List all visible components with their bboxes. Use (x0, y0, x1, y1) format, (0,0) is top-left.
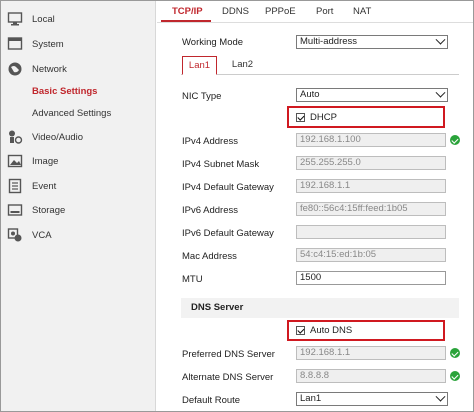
default-route-value: Lan1 (300, 393, 322, 404)
event-icon (8, 178, 22, 194)
default-route-select[interactable]: Lan1 (296, 391, 448, 406)
ipv4-default-gateway-label: IPv4 Default Gateway (182, 182, 274, 193)
lan-tab-bar: Lan1 Lan2 (181, 56, 459, 75)
tab-ddns[interactable]: DDNS (222, 6, 249, 17)
dhcp-checkbox[interactable] (296, 113, 305, 122)
mtu-field[interactable]: 1500 (296, 271, 446, 285)
sidebar-subitem-advanced-settings[interactable]: Advanced Settings (1, 104, 156, 124)
mac-address-label: Mac Address (182, 251, 237, 262)
image-icon (7, 154, 23, 168)
auto-dns-checkbox[interactable] (296, 326, 305, 335)
sidebar-subitem-label: Basic Settings (32, 86, 98, 97)
sidebar-item-label: Image (32, 155, 59, 167)
ipv4-default-gateway-field[interactable]: 192.168.1.1 (296, 179, 446, 193)
sidebar-item-system[interactable]: System (1, 33, 156, 55)
vca-icon (7, 228, 22, 242)
sidebar-item-label: System (32, 38, 64, 50)
ipv6-address-label: IPv6 Address (182, 205, 238, 216)
sidebar-item-label: Local (32, 13, 55, 25)
chevron-down-icon (435, 87, 446, 98)
tab-pppoe[interactable]: PPPoE (265, 6, 296, 17)
ipv6-address-field[interactable]: fe80::56c4:15ff:feed:1b05 (296, 202, 446, 216)
dns-server-title: DNS Server (191, 302, 244, 313)
sidebar-item-label: Video/Audio (32, 131, 84, 143)
valid-check-icon (450, 371, 460, 381)
sidebar-item-local[interactable]: Local (1, 8, 156, 30)
tab-lan1[interactable]: Lan1 (182, 56, 217, 75)
tab-nat[interactable]: NAT (353, 6, 371, 17)
sidebar-item-image[interactable]: Image (1, 150, 156, 172)
valid-check-icon (450, 348, 460, 358)
video-audio-icon (9, 130, 23, 144)
working-mode-label: Working Mode (182, 37, 244, 48)
sidebar-item-vca[interactable]: VCA (1, 224, 156, 246)
dns-server-section-header: DNS Server (181, 298, 459, 318)
sidebar-item-network[interactable]: Network (1, 58, 156, 80)
mtu-label: MTU (182, 274, 203, 285)
system-icon (7, 37, 23, 50)
sidebar-item-event[interactable]: Event (1, 175, 156, 197)
sidebar-item-storage[interactable]: Storage (1, 199, 156, 221)
nic-type-value: Auto (300, 89, 320, 100)
default-route-label: Default Route (182, 395, 241, 406)
alternate-dns-field[interactable]: 8.8.8.8 (296, 369, 446, 383)
sidebar-subitem-label: Advanced Settings (32, 108, 112, 119)
nic-type-select[interactable]: Auto (296, 87, 448, 102)
sidebar-item-label: Network (32, 63, 67, 75)
alternate-dns-label: Alternate DNS Server (182, 372, 274, 383)
ipv6-default-gateway-field[interactable] (296, 225, 446, 239)
tab-tcp-ip[interactable]: TCP/IP (172, 6, 203, 17)
preferred-dns-field[interactable]: 192.168.1.1 (296, 346, 446, 360)
working-mode-value: Multi-address (300, 36, 358, 47)
working-mode-select[interactable]: Multi-address (296, 34, 448, 49)
ipv4-address-label: IPv4 Address (182, 136, 238, 147)
auto-dns-label: Auto DNS (310, 325, 353, 336)
preferred-dns-label: Preferred DNS Server (182, 349, 275, 360)
nic-type-label: NIC Type (182, 91, 222, 102)
ipv6-default-gateway-label: IPv6 Default Gateway (182, 228, 274, 239)
tab-port[interactable]: Port (316, 6, 333, 17)
valid-check-icon (450, 135, 460, 145)
sidebar-item-video-audio[interactable]: Video/Audio (1, 126, 156, 148)
ipv4-address-field[interactable]: 192.168.1.100 (296, 133, 446, 147)
storage-icon (7, 204, 23, 216)
sidebar: Local System Network Basic Settings Adva… (1, 1, 156, 411)
dhcp-label: DHCP (310, 112, 337, 123)
sidebar-item-label: Event (32, 180, 57, 192)
ipv4-subnet-mask-label: IPv4 Subnet Mask (182, 159, 260, 170)
globe-icon (8, 62, 22, 76)
monitor-icon (7, 12, 23, 26)
mac-address-field: 54:c4:15:ed:1b:05 (296, 248, 446, 262)
chevron-down-icon (435, 391, 446, 402)
sidebar-item-label: Storage (32, 204, 66, 216)
active-tab-indicator (161, 20, 211, 22)
sidebar-item-label: VCA (32, 229, 52, 241)
sidebar-subitem-basic-settings[interactable]: Basic Settings (1, 82, 156, 102)
chevron-down-icon (435, 34, 446, 45)
tab-lan2[interactable]: Lan2 (225, 56, 260, 75)
ipv4-subnet-mask-field[interactable]: 255.255.255.0 (296, 156, 446, 170)
